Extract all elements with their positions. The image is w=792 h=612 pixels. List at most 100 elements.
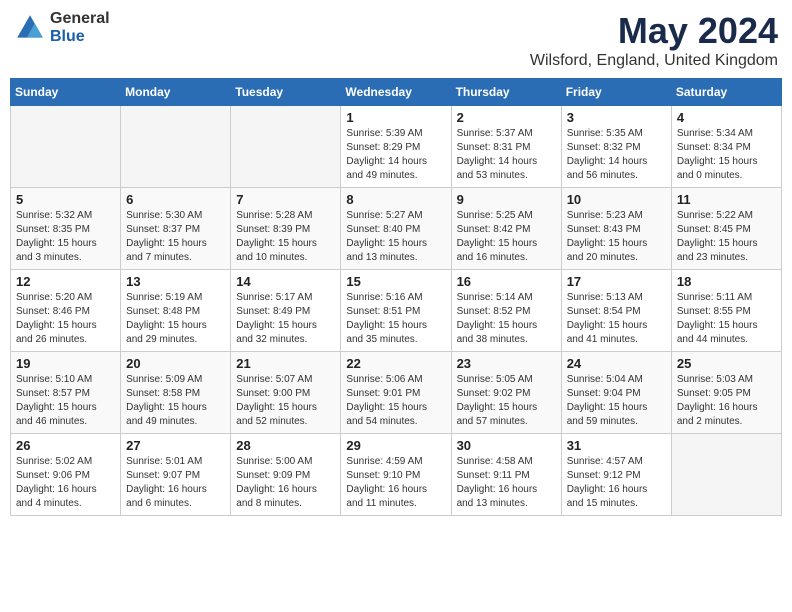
day-number: 30 (457, 438, 556, 453)
day-number: 25 (677, 356, 776, 371)
calendar-week-row: 26 Sunrise: 5:02 AM Sunset: 9:06 PM Dayli… (11, 434, 782, 516)
day-info: Sunrise: 4:58 AM Sunset: 9:11 PM Dayligh… (457, 455, 556, 511)
calendar-day-cell: 3Sunrise: 5:35 AM Sunset: 8:32 PM Daylig… (561, 106, 671, 188)
day-info: Sunrise: 5:11 AM Sunset: 8:55 PM Dayligh… (677, 291, 776, 347)
day-number: 17 (567, 274, 666, 289)
calendar-day-cell: 2Sunrise: 5:37 AM Sunset: 8:31 PM Daylig… (451, 106, 561, 188)
day-number: 31 (567, 438, 666, 453)
day-number: 27 (126, 438, 225, 453)
calendar-day-cell: 4Sunrise: 5:34 AM Sunset: 8:34 PM Daylig… (671, 106, 781, 188)
day-number: 10 (567, 192, 666, 207)
day-number: 18 (677, 274, 776, 289)
day-info: Sunrise: 5:02 AM Sunset: 9:06 PM Dayligh… (16, 455, 115, 511)
calendar-day-cell: 31 Sunrise: 4:57 AM Sunset: 9:12 PM Dayli… (561, 434, 671, 516)
calendar-day-cell (121, 106, 231, 188)
day-info: Sunrise: 5:00 AM Sunset: 9:09 PM Dayligh… (236, 455, 335, 511)
day-info: Sunrise: 5:25 AM Sunset: 8:42 PM Dayligh… (457, 209, 556, 265)
logo: General Blue (14, 10, 110, 45)
calendar-day-cell: 6Sunrise: 5:30 AM Sunset: 8:37 PM Daylig… (121, 188, 231, 270)
day-number: 28 (236, 438, 335, 453)
calendar-day-cell (671, 434, 781, 516)
calendar-day-cell: 9 Sunrise: 5:25 AM Sunset: 8:42 PM Daylig… (451, 188, 561, 270)
day-number: 5 (16, 192, 115, 207)
day-info: Sunrise: 5:14 AM Sunset: 8:52 PM Dayligh… (457, 291, 556, 347)
day-info: Sunrise: 5:32 AM Sunset: 8:35 PM Dayligh… (16, 209, 115, 265)
calendar-day-cell: 23 Sunrise: 5:05 AM Sunset: 9:02 PM Dayli… (451, 352, 561, 434)
day-info: Sunrise: 5:35 AM Sunset: 8:32 PM Dayligh… (567, 127, 666, 183)
day-info: Sunrise: 4:59 AM Sunset: 9:10 PM Dayligh… (346, 455, 445, 511)
weekday-header-row: SundayMondayTuesdayWednesdayThursdayFrid… (11, 79, 782, 106)
calendar-title: May 2024 (530, 10, 778, 52)
day-info: Sunrise: 5:28 AM Sunset: 8:39 PM Dayligh… (236, 209, 335, 265)
day-info: Sunrise: 5:10 AM Sunset: 8:57 PM Dayligh… (16, 373, 115, 429)
calendar-day-cell: 10Sunrise: 5:23 AM Sunset: 8:43 PM Dayli… (561, 188, 671, 270)
calendar-day-cell: 19Sunrise: 5:10 AM Sunset: 8:57 PM Dayli… (11, 352, 121, 434)
calendar-day-cell: 27 Sunrise: 5:01 AM Sunset: 9:07 PM Dayli… (121, 434, 231, 516)
calendar-day-cell (11, 106, 121, 188)
day-info: Sunrise: 5:27 AM Sunset: 8:40 PM Dayligh… (346, 209, 445, 265)
day-number: 14 (236, 274, 335, 289)
calendar-day-cell: 29 Sunrise: 4:59 AM Sunset: 9:10 PM Dayli… (341, 434, 451, 516)
day-number: 23 (457, 356, 556, 371)
calendar-week-row: 1Sunrise: 5:39 AM Sunset: 8:29 PM Daylig… (11, 106, 782, 188)
day-info: Sunrise: 4:57 AM Sunset: 9:12 PM Dayligh… (567, 455, 666, 511)
day-number: 21 (236, 356, 335, 371)
calendar-day-cell: 28 Sunrise: 5:00 AM Sunset: 9:09 PM Dayli… (231, 434, 341, 516)
day-info: Sunrise: 5:13 AM Sunset: 8:54 PM Dayligh… (567, 291, 666, 347)
weekday-header-saturday: Saturday (671, 79, 781, 106)
calendar-day-cell: 12 Sunrise: 5:20 AM Sunset: 8:46 PM Dayli… (11, 270, 121, 352)
day-number: 24 (567, 356, 666, 371)
day-number: 12 (16, 274, 115, 289)
day-number: 22 (346, 356, 445, 371)
day-info: Sunrise: 5:39 AM Sunset: 8:29 PM Dayligh… (346, 127, 445, 183)
weekday-header-thursday: Thursday (451, 79, 561, 106)
day-number: 8 (346, 192, 445, 207)
day-info: Sunrise: 5:06 AM Sunset: 9:01 PM Dayligh… (346, 373, 445, 429)
day-info: Sunrise: 5:17 AM Sunset: 8:49 PM Dayligh… (236, 291, 335, 347)
calendar-day-cell: 17 Sunrise: 5:13 AM Sunset: 8:54 PM Dayli… (561, 270, 671, 352)
day-number: 16 (457, 274, 556, 289)
day-info: Sunrise: 5:01 AM Sunset: 9:07 PM Dayligh… (126, 455, 225, 511)
calendar-day-cell: 11Sunrise: 5:22 AM Sunset: 8:45 PM Dayli… (671, 188, 781, 270)
logo-icon (14, 12, 46, 44)
calendar-day-cell: 5 Sunrise: 5:32 AM Sunset: 8:35 PM Daylig… (11, 188, 121, 270)
day-info: Sunrise: 5:16 AM Sunset: 8:51 PM Dayligh… (346, 291, 445, 347)
calendar-week-row: 12 Sunrise: 5:20 AM Sunset: 8:46 PM Dayli… (11, 270, 782, 352)
day-number: 26 (16, 438, 115, 453)
title-block: May 2024 Wilsford, England, United Kingd… (530, 10, 778, 70)
weekday-header-tuesday: Tuesday (231, 79, 341, 106)
calendar-week-row: 19Sunrise: 5:10 AM Sunset: 8:57 PM Dayli… (11, 352, 782, 434)
calendar-day-cell: 15 Sunrise: 5:16 AM Sunset: 8:51 PM Dayli… (341, 270, 451, 352)
day-info: Sunrise: 5:30 AM Sunset: 8:37 PM Dayligh… (126, 209, 225, 265)
day-info: Sunrise: 5:09 AM Sunset: 8:58 PM Dayligh… (126, 373, 225, 429)
day-number: 2 (457, 110, 556, 125)
day-info: Sunrise: 5:07 AM Sunset: 9:00 PM Dayligh… (236, 373, 335, 429)
calendar-week-row: 5 Sunrise: 5:32 AM Sunset: 8:35 PM Daylig… (11, 188, 782, 270)
calendar-location: Wilsford, England, United Kingdom (530, 52, 778, 70)
day-info: Sunrise: 5:20 AM Sunset: 8:46 PM Dayligh… (16, 291, 115, 347)
logo-blue-label: Blue (50, 28, 110, 46)
day-number: 29 (346, 438, 445, 453)
weekday-header-wednesday: Wednesday (341, 79, 451, 106)
day-number: 4 (677, 110, 776, 125)
calendar-day-cell: 1Sunrise: 5:39 AM Sunset: 8:29 PM Daylig… (341, 106, 451, 188)
weekday-header-friday: Friday (561, 79, 671, 106)
calendar-day-cell: 13Sunrise: 5:19 AM Sunset: 8:48 PM Dayli… (121, 270, 231, 352)
day-info: Sunrise: 5:19 AM Sunset: 8:48 PM Dayligh… (126, 291, 225, 347)
calendar-day-cell: 8 Sunrise: 5:27 AM Sunset: 8:40 PM Daylig… (341, 188, 451, 270)
calendar-day-cell: 16 Sunrise: 5:14 AM Sunset: 8:52 PM Dayli… (451, 270, 561, 352)
logo-text: General Blue (50, 10, 110, 45)
weekday-header-monday: Monday (121, 79, 231, 106)
calendar-day-cell: 18 Sunrise: 5:11 AM Sunset: 8:55 PM Dayli… (671, 270, 781, 352)
calendar-day-cell (231, 106, 341, 188)
calendar-day-cell: 22 Sunrise: 5:06 AM Sunset: 9:01 PM Dayli… (341, 352, 451, 434)
calendar-day-cell: 20Sunrise: 5:09 AM Sunset: 8:58 PM Dayli… (121, 352, 231, 434)
logo-general-label: General (50, 10, 110, 28)
calendar-table: SundayMondayTuesdayWednesdayThursdayFrid… (10, 78, 782, 516)
day-number: 15 (346, 274, 445, 289)
day-number: 11 (677, 192, 776, 207)
day-info: Sunrise: 5:05 AM Sunset: 9:02 PM Dayligh… (457, 373, 556, 429)
day-info: Sunrise: 5:03 AM Sunset: 9:05 PM Dayligh… (677, 373, 776, 429)
day-number: 9 (457, 192, 556, 207)
calendar-day-cell: 30 Sunrise: 4:58 AM Sunset: 9:11 PM Dayli… (451, 434, 561, 516)
